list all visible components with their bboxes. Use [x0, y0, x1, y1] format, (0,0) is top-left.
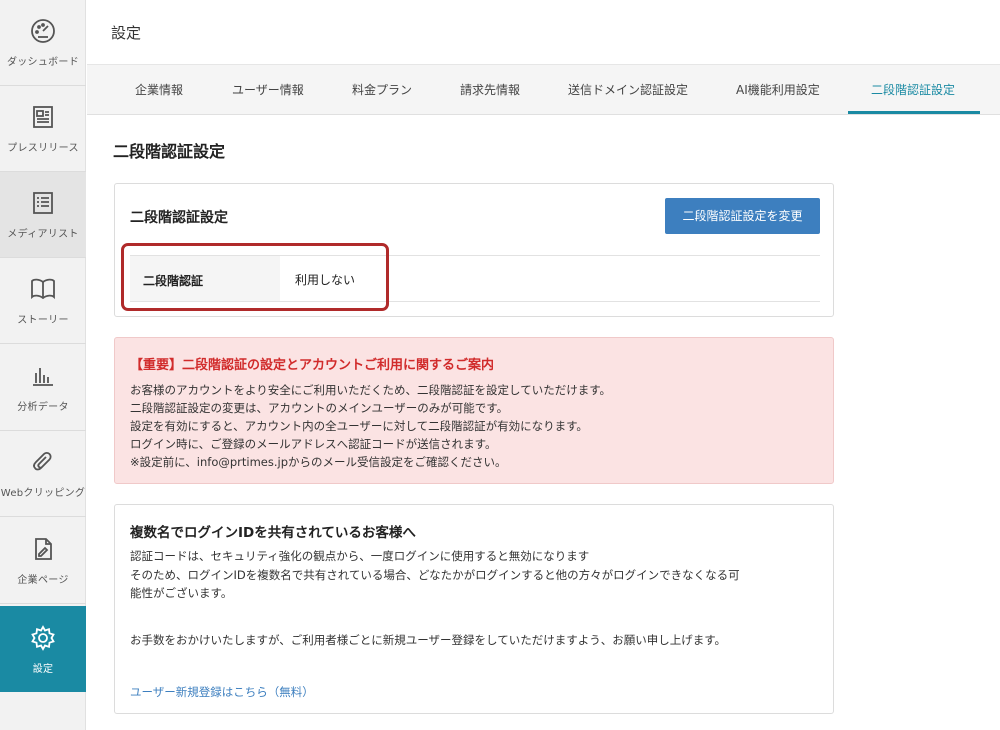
section-title: 二段階認証設定: [113, 142, 226, 161]
tab-billing-info[interactable]: 請求先情報: [460, 65, 520, 115]
new-user-registration-link[interactable]: ユーザー新規登録はこちら（無料）: [130, 684, 314, 700]
card-text-line: お手数をおかけいたしますが、ご利用者様ごとに新規ユーザー登録をしていただけますよ…: [130, 633, 727, 647]
company-page-icon: [29, 535, 57, 563]
sidebar-item-company-page[interactable]: 企業ページ: [0, 518, 86, 604]
press-release-icon: [29, 103, 57, 131]
sidebar-item-label: 設定: [32, 663, 54, 675]
sidebar-item-label: 分析データ: [17, 402, 69, 413]
sidebar-item-settings[interactable]: 設定: [0, 606, 86, 692]
tab-sender-domain-auth[interactable]: 送信ドメイン認証設定: [568, 65, 688, 115]
tab-company-info[interactable]: 企業情報: [135, 65, 183, 115]
notice-line: ログイン時に、ご登録のメールアドレスへ認証コードが送信されます。: [130, 437, 497, 451]
sidebar-item-label: 企業ページ: [17, 575, 69, 586]
notice-line: 設定を有効にすると、アカウント内の全ユーザーに対して二段階認証が有効になります。: [130, 419, 588, 433]
sidebar-item-story[interactable]: ストーリー: [0, 258, 86, 344]
media-list-icon: [29, 189, 57, 217]
gear-icon: [29, 624, 57, 652]
notice-line: お客様のアカウントをより安全にご利用いただくため、二段階認証を設定していただけま…: [130, 383, 612, 397]
sidebar-item-media-list[interactable]: メディアリスト: [0, 172, 86, 258]
book-icon: [29, 275, 57, 303]
sidebar-item-label: ストーリー: [17, 315, 69, 326]
notice-title: 【重要】二段階認証の設定とアカウントご利用に関するご案内: [130, 358, 495, 373]
page-title: 設定: [111, 24, 142, 42]
sidebar-item-label: Webクリッピング: [0, 488, 86, 499]
card-title: 複数名でログインIDを共有されているお客様へ: [130, 525, 416, 541]
sidebar-item-press-release[interactable]: プレスリリース: [0, 86, 86, 172]
bar-chart-icon: [29, 362, 57, 390]
settings-tabs: 企業情報 ユーザー情報 料金プラン 請求先情報 送信ドメイン認証設定 AI機能利…: [87, 65, 1000, 115]
card-title: 二段階認証設定: [130, 210, 228, 226]
important-notice: 【重要】二段階認証の設定とアカウントご利用に関するご案内 お客様のアカウントをよ…: [114, 337, 834, 484]
active-tab-indicator: [848, 111, 980, 114]
shared-login-notice-card: 複数名でログインIDを共有されているお客様へ 認証コードは、セキュリティ強化の観…: [114, 504, 834, 714]
change-two-factor-button[interactable]: 二段階認証設定を変更: [665, 198, 820, 234]
sidebar-item-label: メディアリスト: [7, 229, 79, 240]
sidebar-item-web-clipping[interactable]: Webクリッピング: [0, 431, 86, 517]
card-text-line: 認証コードは、セキュリティ強化の観点から、一度ログインに使用すると無効になります: [130, 549, 590, 563]
sidebar-item-dashboard[interactable]: ダッシュボード: [0, 0, 86, 86]
dashboard-icon: [29, 17, 57, 45]
paperclip-icon: [29, 448, 57, 476]
notice-line: ※設定前に、info@prtimes.jpからのメール受信設定をご確認ください。: [130, 455, 507, 469]
tab-ai-settings[interactable]: AI機能利用設定: [736, 65, 820, 115]
sidebar-item-analytics[interactable]: 分析データ: [0, 345, 86, 431]
tab-two-factor-auth[interactable]: 二段階認証設定: [871, 65, 955, 115]
tab-user-info[interactable]: ユーザー情報: [232, 65, 304, 115]
highlight-annotation: [121, 243, 389, 311]
card-text-line: そのため、ログインIDを複数名で共有されている場合、どなたかがログインすると他の…: [130, 568, 740, 582]
sidebar-item-label: ダッシュボード: [6, 57, 80, 68]
card-text-line: 能性がございます。: [130, 586, 233, 600]
sidebar: ダッシュボード プレスリリース メディアリスト ストーリー 分析データ Webク…: [0, 0, 86, 730]
sidebar-item-label: プレスリリース: [7, 143, 79, 154]
notice-line: 二段階認証設定の変更は、アカウントのメインユーザーのみが可能です。: [130, 401, 509, 415]
tab-pricing-plan[interactable]: 料金プラン: [352, 65, 412, 115]
